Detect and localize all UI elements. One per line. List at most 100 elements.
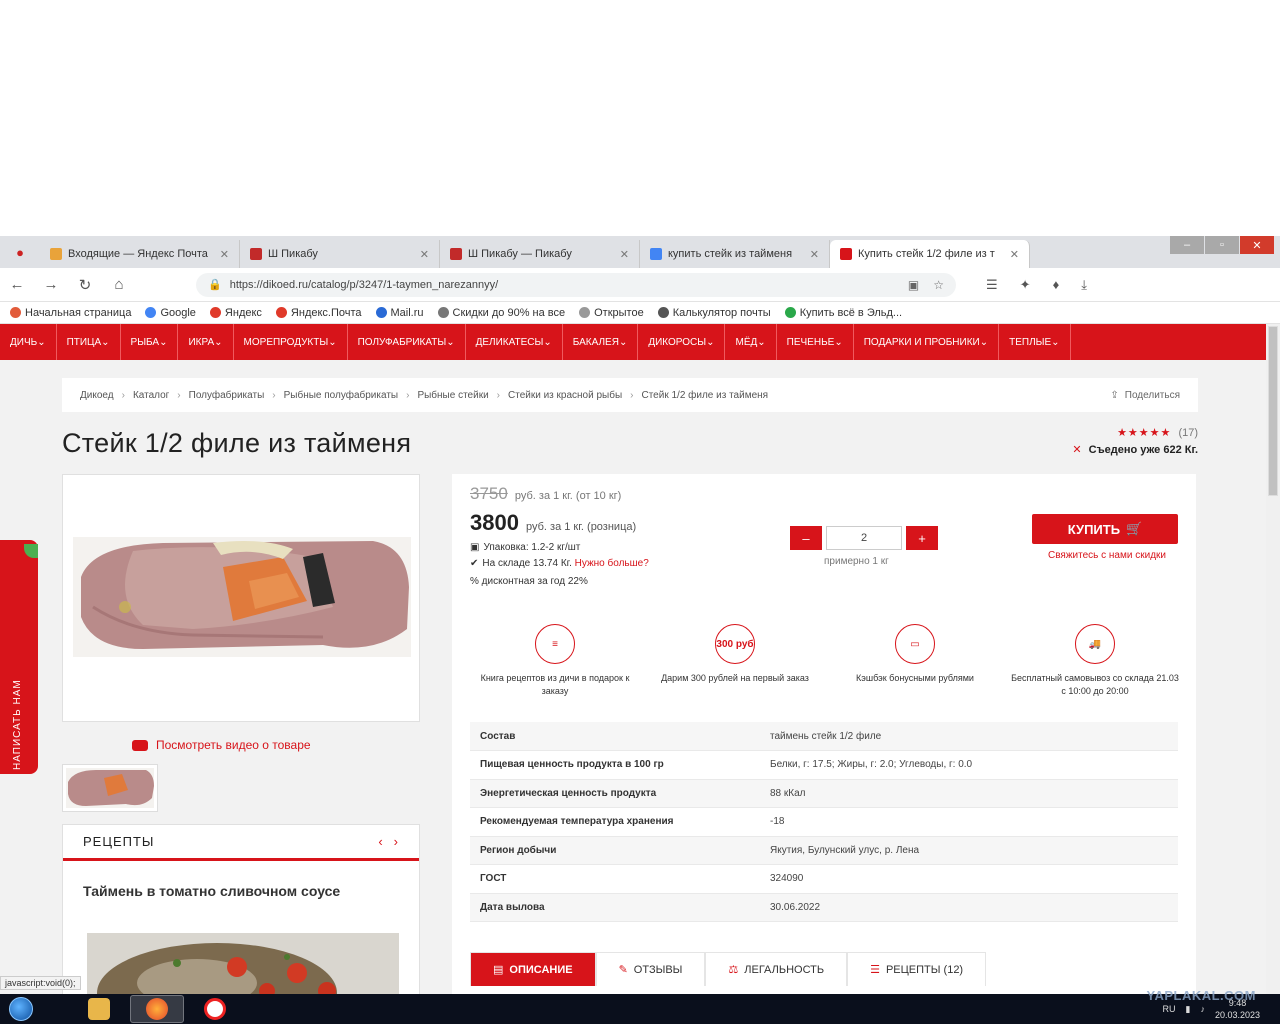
menu-item[interactable]: Деликатесы ⌄ [466,324,563,360]
video-link[interactable]: Посмотреть видео о товаре [132,738,311,752]
minimize-button[interactable]: – [1170,236,1204,254]
taskbar-yandex[interactable] [188,995,242,1023]
page-scrollbar[interactable] [1266,324,1280,994]
bookmark-item[interactable]: Яндекс.Почта [275,307,362,319]
browser-tab[interactable]: купить стейк из тайменя ✕ [640,240,830,268]
tab-label: Ш Пикабу [268,248,318,260]
collections-icon[interactable]: ☰ [986,277,998,293]
breadcrumb-item[interactable]: Полуфабрикаты [189,390,265,401]
qty-plus-button[interactable]: + [906,526,938,550]
browser-tab[interactable]: Ш Пикабу — Пикабу ✕ [440,240,640,268]
page-title: Стейк 1/2 филе из тайменя [62,428,412,458]
address-bar[interactable]: 🔒 https://dikoed.ru/catalog/p/3247/1-tay… [196,272,956,297]
close-tab-icon[interactable]: ✕ [810,248,819,261]
qty-note: примерно 1 кг [824,556,889,567]
menu-item[interactable]: Морепродукты ⌄ [234,324,348,360]
forward-icon[interactable]: → [34,276,68,293]
volume-icon[interactable]: ♪ [1200,1004,1205,1014]
breadcrumb-item[interactable]: Дикоед [80,390,114,401]
reader-icon[interactable]: ▣ [908,278,919,292]
bookmark-item[interactable]: Купить всё в Эльд... [784,307,902,319]
recipes-tab[interactable]: ☰ РЕЦЕПТЫ (12) [847,952,987,986]
breadcrumb-item[interactable]: Каталог [133,390,169,401]
menu-item[interactable]: Мёд ⌄ [725,324,777,360]
menu-item[interactable]: Подарки и пробники ⌄ [854,324,1000,360]
contact-side-widget[interactable]: НАПИСАТЬ НАМ [0,540,38,774]
spec-row: Дата вылова 30.06.2022 [470,893,1178,922]
close-tab-icon[interactable]: ✕ [420,248,429,261]
menu-item[interactable]: Дичь ⌄ [0,324,57,360]
next-arrow-icon[interactable]: › [394,834,399,849]
network-icon[interactable]: ▮ [1186,1004,1191,1015]
breadcrumb-separator: › [121,389,125,401]
breadcrumb-item[interactable]: Рыбные полуфабрикаты [284,390,398,401]
reload-icon[interactable]: ↻ [68,276,102,294]
discount-link[interactable]: Свяжитесь с нами скидки [1048,550,1166,561]
bookmark-item[interactable]: Mail.ru [375,307,424,319]
menu-item[interactable]: Бакалея ⌄ [563,324,639,360]
rating-stars[interactable]: ★★★★★ [1117,427,1171,439]
bookmark-item[interactable]: Google [145,307,196,319]
menu-item-label: Дикоросы [648,336,707,348]
prev-arrow-icon[interactable]: ‹ [378,834,383,849]
scrollbar-thumb[interactable] [1268,326,1278,496]
tab-strip: ● Входящие — Яндекс Почта ✕ Ш Пикабу ✕ Ш Пик… [0,236,1280,268]
thumbnail-image [66,768,154,808]
breadcrumb-item[interactable]: Рыбные стейки [417,390,488,401]
menu-item[interactable]: Птица ⌄ [57,324,121,360]
legality-tab[interactable]: ⚖ ЛЕГАЛЬНОСТЬ [705,952,848,986]
shield-icon[interactable]: ♦ [1053,277,1060,293]
menu-item[interactable]: Рыба ⌄ [121,324,179,360]
download-icon[interactable]: ⤓ [1081,277,1087,293]
maximize-button[interactable]: ▫ [1205,236,1239,254]
menu-item[interactable]: Теплые ⌄ [999,324,1071,360]
breadcrumb-separator: › [177,389,181,401]
recipe-title[interactable]: Таймень в томатно сливочном соусе [63,861,419,909]
description-tab[interactable]: ▤ ОПИСАНИЕ [470,952,596,986]
menu-item[interactable]: Полуфабрикаты ⌄ [348,324,466,360]
menu-item[interactable]: Дикоросы ⌄ [638,324,726,360]
spec-value: -18 [760,807,1178,837]
qty-minus-button[interactable]: – [790,526,822,550]
reviews-count[interactable]: (17) [1178,427,1198,439]
menu-item[interactable]: Икра ⌄ [178,324,234,360]
language-indicator[interactable]: RU [1163,1004,1176,1014]
browser-tab[interactable]: Ш Пикабу ✕ [240,240,440,268]
qty-input[interactable]: 2 [826,526,902,550]
bookmark-item[interactable]: Открытое [579,307,644,319]
spec-key: Пищевая ценность продукта в 100 гр [470,750,760,780]
wholesale-price: 3750 руб. за 1 кг. (от 10 кг) [470,484,621,504]
back-icon[interactable]: ← [0,276,34,293]
chevron-down-icon: ⌄ [979,336,989,348]
share-button[interactable]: ⇪ Поделиться [1110,390,1180,401]
extensions-icon[interactable]: ✦ [1020,277,1031,293]
close-window-button[interactable]: ✕ [1240,236,1274,254]
buy-button[interactable]: КУПИТЬ 🛒 [1032,514,1178,544]
close-tab-icon[interactable]: ✕ [220,248,229,261]
bookmark-favicon-icon [209,307,221,318]
menu-item[interactable]: Печенье ⌄ [777,324,854,360]
breadcrumb-item[interactable]: Стейки из красной рыбы [508,390,622,401]
spec-row: Пищевая ценность продукта в 100 гр Белки,… [470,750,1178,780]
browser-tab[interactable]: Купить стейк 1/2 филе из т ✕ [830,240,1030,268]
spec-value: Якутия, Булунский улус, р. Лена [760,836,1178,865]
blank-area [0,0,1280,236]
bookmark-item[interactable]: Яндекс [209,307,262,319]
product-thumbnail[interactable] [62,764,158,812]
close-tab-icon[interactable]: ✕ [1010,248,1019,261]
need-more-link[interactable]: Нужно больше? [575,558,649,569]
taskbar-explorer[interactable] [72,995,126,1023]
recipe-image[interactable] [87,933,399,994]
bookmark-star-icon[interactable]: ☆ [933,278,944,292]
browser-tab[interactable]: Входящие — Яндекс Почта ✕ [40,240,240,268]
home-icon[interactable]: ⌂ [102,276,136,293]
browser-menu-icon[interactable]: ● [0,236,40,268]
bookmark-item[interactable]: Начальная страница [10,307,131,319]
start-button[interactable] [0,994,42,1024]
taskbar-firefox[interactable] [130,995,184,1023]
close-tab-icon[interactable]: ✕ [620,248,629,261]
bookmark-item[interactable]: Скидки до 90% на все [437,307,565,319]
product-image-box[interactable] [62,474,420,722]
reviews-tab[interactable]: ✎ ОТЗЫВЫ [595,952,706,986]
bookmark-item[interactable]: Калькулятор почты [657,307,771,319]
